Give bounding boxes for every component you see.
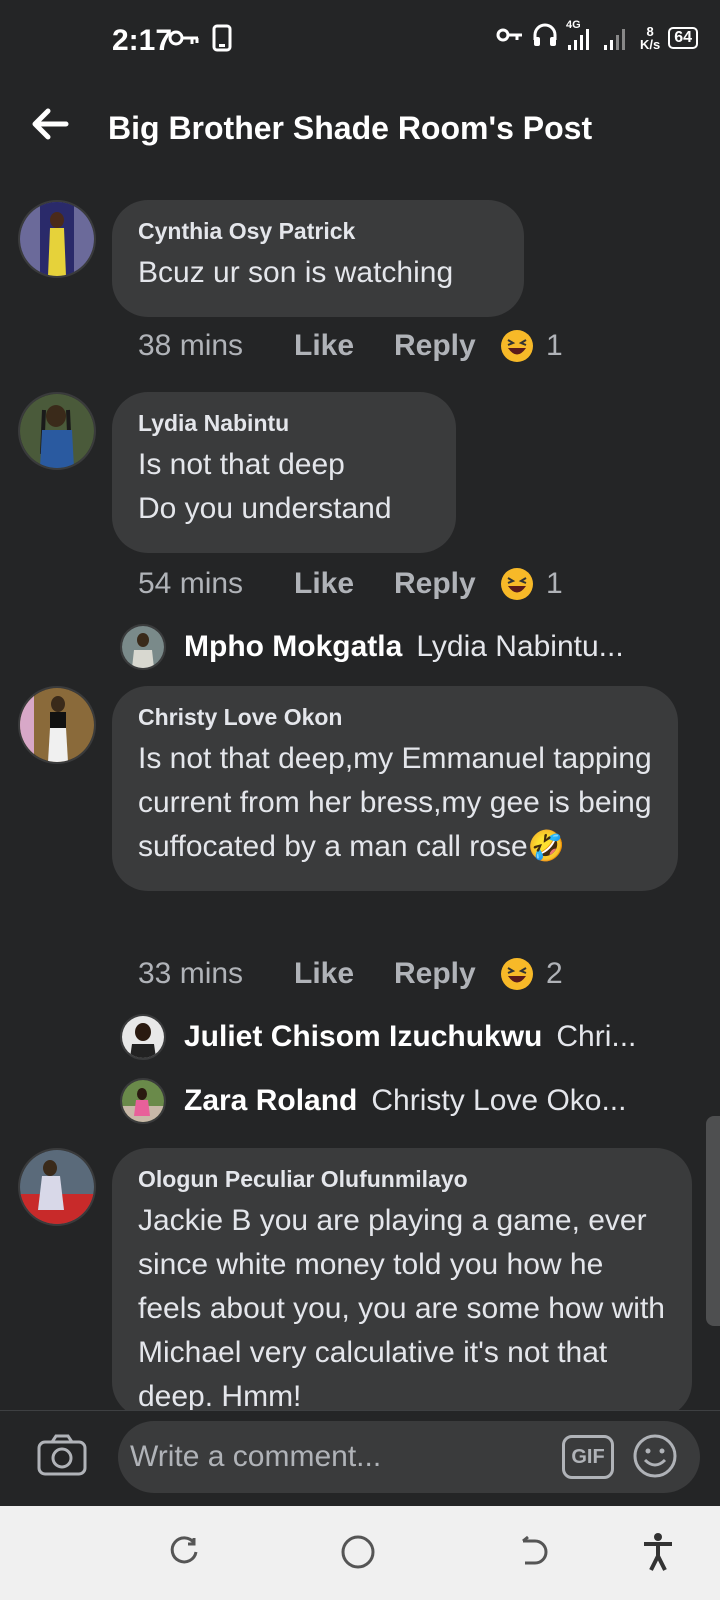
vpn-key-icon: [496, 26, 524, 49]
comment-meta: 33 mins Like Reply 2: [138, 954, 563, 994]
comment-author[interactable]: Christy Love Okon: [138, 704, 652, 731]
reaction-count[interactable]: 1: [546, 567, 563, 601]
back-button[interactable]: [26, 102, 74, 150]
laughing-emoji-icon[interactable]: [500, 957, 546, 991]
reply-author: Juliet Chisom Izuchukwu: [184, 1020, 543, 1053]
accessibility-button[interactable]: [636, 1532, 680, 1576]
laughing-emoji-icon[interactable]: [500, 329, 546, 363]
like-button[interactable]: Like: [294, 329, 394, 363]
comment-field: GIF: [118, 1421, 700, 1493]
reply-button[interactable]: Reply: [394, 567, 500, 601]
avatar[interactable]: [18, 1148, 96, 1226]
comment-text: Is not that deep Do you understand: [138, 448, 392, 525]
reply-preview-row[interactable]: Mpho Mokgatla Lydia Nabintu...: [120, 622, 670, 672]
comment-meta: 54 mins Like Reply 1: [138, 564, 563, 604]
gif-button[interactable]: GIF: [562, 1435, 614, 1479]
comment-text: Bcuz ur son is watching: [138, 256, 454, 289]
page-title: Big Brother Shade Room's Post: [108, 110, 593, 146]
home-button[interactable]: [336, 1532, 380, 1576]
battery-icon: 64: [668, 26, 698, 49]
reply-text: Chri...: [556, 1020, 637, 1053]
rotate-icon: [167, 1535, 201, 1574]
comment-bubble[interactable]: Cynthia Osy Patrick Bcuz ur son is watch…: [112, 200, 524, 317]
comment-composer: GIF: [0, 1410, 720, 1506]
speed-unit: K/s: [639, 36, 661, 52]
comment-input[interactable]: [130, 1429, 550, 1485]
reply-button[interactable]: Reply: [394, 957, 500, 991]
key-icon: [168, 28, 200, 53]
comment-time[interactable]: 54 mins: [138, 567, 294, 601]
comment-time[interactable]: 38 mins: [138, 329, 294, 363]
headphones-icon: [532, 22, 558, 53]
avatar: [120, 1078, 166, 1124]
camera-button[interactable]: [34, 1429, 90, 1485]
back-nav-button[interactable]: [510, 1532, 554, 1576]
arrow-left-icon: [30, 108, 70, 145]
comment-text: Is not that deep,my Emmanuel tapping cur…: [138, 742, 652, 863]
home-circle-icon: [340, 1534, 376, 1575]
reply-preview-row[interactable]: Juliet Chisom Izuchukwu Chri...: [120, 1012, 670, 1062]
like-button[interactable]: Like: [294, 567, 394, 601]
comment-time[interactable]: 33 mins: [138, 957, 294, 991]
smiley-icon: [632, 1433, 678, 1484]
reaction-count[interactable]: 2: [546, 957, 563, 991]
comment-text: Jackie B you are playing a game, ever si…: [138, 1204, 665, 1413]
avatar: [120, 1014, 166, 1060]
status-time: 2:17: [112, 24, 173, 57]
scrollbar[interactable]: [706, 1116, 720, 1326]
network-speed: 8 K/s: [640, 25, 660, 51]
comment-bubble[interactable]: Lydia Nabintu Is not that deep Do you un…: [112, 392, 456, 553]
status-left-icons: [168, 24, 232, 57]
avatar[interactable]: [18, 200, 96, 278]
avatar: [120, 624, 166, 670]
comment-author[interactable]: Cynthia Osy Patrick: [138, 218, 498, 245]
status-right-icons: 4G 8 K/s 64: [496, 19, 698, 53]
comment-meta: 38 mins Like Reply 1: [138, 326, 563, 366]
reply-preview-row[interactable]: Zara Roland Christy Love Oko...: [120, 1076, 670, 1126]
emoji-button[interactable]: [630, 1433, 680, 1483]
reply-button[interactable]: Reply: [394, 329, 500, 363]
like-button[interactable]: Like: [294, 957, 394, 991]
signal-icon: 4G: [566, 19, 632, 51]
avatar[interactable]: [18, 392, 96, 470]
comment-bubble[interactable]: Christy Love Okon Is not that deep,my Em…: [112, 686, 678, 891]
accessibility-icon: [640, 1532, 676, 1577]
network-type: 4G: [565, 18, 581, 31]
reply-text: Christy Love Oko...: [371, 1084, 627, 1117]
post-header: Big Brother Shade Room's Post: [0, 80, 720, 176]
reply-author: Mpho Mokgatla: [184, 630, 403, 663]
system-nav-bar: [0, 1506, 720, 1600]
phone-icon: [212, 24, 232, 57]
comment-bubble[interactable]: Ologun Peculiar Olufunmilayo Jackie B yo…: [112, 1148, 692, 1418]
laughing-emoji-icon[interactable]: [500, 567, 546, 601]
avatar[interactable]: [18, 686, 96, 764]
back-icon: [515, 1535, 549, 1574]
reply-text: Lydia Nabintu...: [416, 630, 624, 663]
comment-author[interactable]: Ologun Peculiar Olufunmilayo: [138, 1166, 666, 1193]
comment-author[interactable]: Lydia Nabintu: [138, 410, 430, 437]
camera-icon: [37, 1434, 87, 1481]
status-bar: 2:17 4G 8 K/s 64: [0, 0, 720, 80]
rotate-button[interactable]: [162, 1532, 206, 1576]
reply-author: Zara Roland: [184, 1084, 358, 1117]
reaction-count[interactable]: 1: [546, 329, 563, 363]
